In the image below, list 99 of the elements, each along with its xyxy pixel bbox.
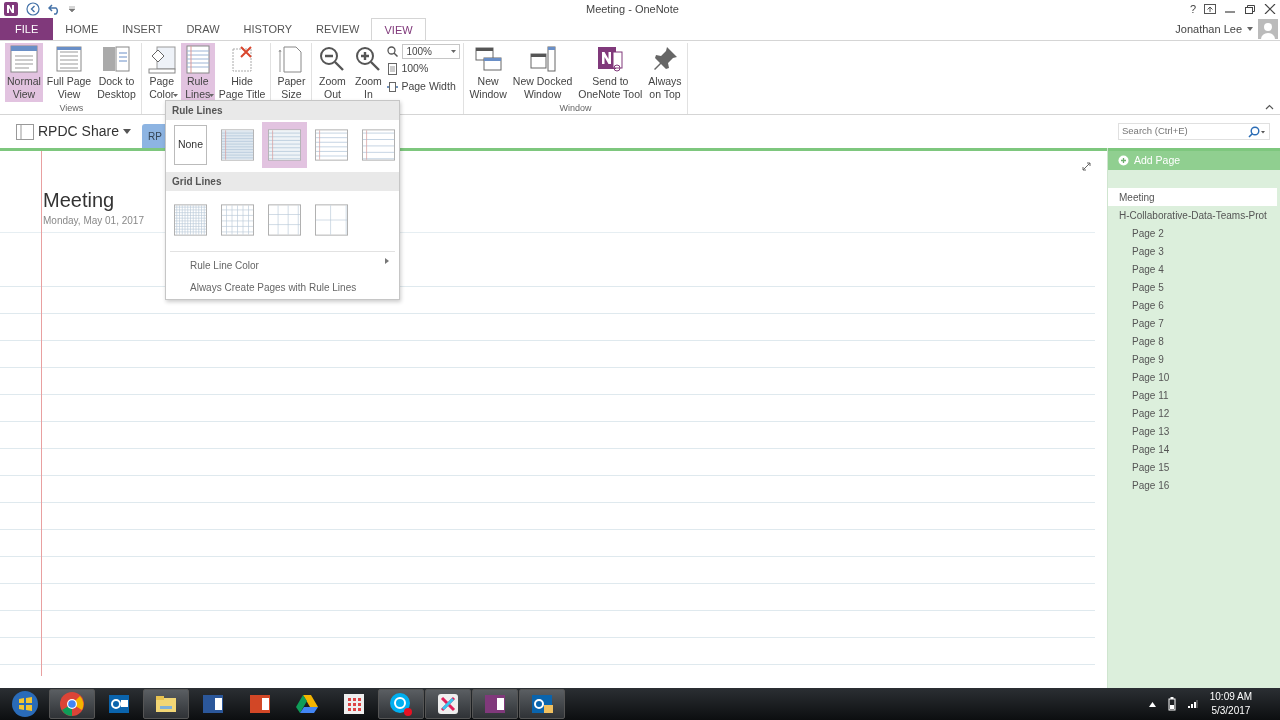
page-item[interactable]: Page 16 — [1108, 476, 1280, 494]
menu-item[interactable]: Always Create Pages with Rule Lines — [166, 277, 399, 299]
taskbar-app[interactable] — [143, 689, 189, 719]
taskbar-app[interactable] — [425, 689, 471, 719]
user-name[interactable]: Jonathan Lee — [1175, 20, 1242, 38]
send-onenote-icon — [595, 44, 626, 74]
menu-item[interactable]: Rule Line Color — [166, 255, 399, 277]
page-icon — [387, 62, 399, 75]
ruled-page-icon — [268, 128, 301, 162]
back-icon[interactable] — [26, 2, 40, 16]
onenote-logo-icon — [4, 2, 18, 16]
page-item[interactable]: Page 5 — [1108, 278, 1280, 296]
collapse-icon[interactable] — [1265, 104, 1274, 110]
page-item[interactable]: Page 7 — [1108, 314, 1280, 332]
page-item[interactable]: Page 6 — [1108, 296, 1280, 314]
zoom-select[interactable]: 100% — [402, 44, 461, 59]
page-item[interactable]: Page 9 — [1108, 350, 1280, 368]
page-item[interactable]: Page 13 — [1108, 422, 1280, 440]
signal-icon[interactable] — [1187, 700, 1198, 708]
ribbon-button[interactable]: Normal View — [5, 43, 43, 102]
notebook-icon — [16, 123, 34, 140]
ribbon-tab[interactable]: INSERT — [110, 18, 175, 40]
taskbar-app[interactable] — [519, 689, 565, 719]
ribbon-button[interactable]: Page Color — [144, 43, 179, 102]
grid-page-icon — [174, 203, 207, 237]
show-hidden-icon[interactable] — [1148, 701, 1156, 707]
page-item[interactable]: H-Collaborative-Data-Teams-Prot — [1108, 206, 1280, 224]
ribbon-tab[interactable]: DRAW — [174, 18, 232, 40]
page-item[interactable]: Page 10 — [1108, 368, 1280, 386]
group-label: Window — [559, 103, 592, 113]
page-title[interactable]: Meeting — [43, 185, 115, 215]
grid-page-icon — [221, 203, 254, 237]
ribbon-button[interactable]: Zoom In — [351, 43, 386, 102]
skype-icon — [387, 690, 415, 718]
ribbon-tab[interactable]: FILE — [0, 18, 54, 40]
close-icon[interactable] — [1264, 4, 1276, 14]
zoom-option-button[interactable]: 100% — [387, 61, 461, 77]
page-item[interactable]: Page 2 — [1108, 224, 1280, 242]
zoom-option-button[interactable]: Page Width — [387, 78, 461, 95]
ribbon-button[interactable]: Full Page View — [44, 43, 94, 102]
undo-icon[interactable] — [48, 3, 61, 15]
group-label: Views — [59, 103, 84, 113]
page-item[interactable]: Meeting — [1108, 188, 1277, 206]
ribbon-button[interactable]: New Window — [467, 43, 509, 102]
dock-icon — [101, 44, 132, 74]
help-button[interactable]: ? — [1189, 0, 1196, 18]
normal-view-icon — [8, 44, 39, 74]
ribbon-button[interactable]: Rule Lines — [180, 43, 215, 102]
grid-page-icon — [268, 203, 301, 237]
caret-icon — [451, 50, 457, 53]
ribbon-button[interactable]: Zoom Out — [315, 43, 350, 102]
grid-page-icon — [315, 203, 348, 237]
ribbon-button[interactable]: Dock to Desktop — [95, 43, 138, 102]
search-icon[interactable] — [1248, 125, 1266, 138]
ribbon-button[interactable]: Paper Size — [274, 43, 309, 102]
plus-icon — [1118, 155, 1129, 166]
page-item[interactable]: Page 15 — [1108, 458, 1280, 476]
taskbar-app[interactable] — [472, 689, 518, 719]
taskbar-app[interactable] — [49, 689, 95, 719]
new-window-icon — [473, 44, 504, 74]
ribbon-tab[interactable]: HISTORY — [231, 18, 305, 40]
full-page-icon — [54, 44, 84, 74]
ribbon-tab[interactable]: VIEW — [371, 18, 426, 40]
expand-icon[interactable] — [1082, 162, 1091, 171]
restore-icon[interactable] — [1244, 4, 1256, 14]
ribbon-button[interactable]: Hide Page Title — [216, 43, 268, 102]
zoom-icon — [387, 46, 399, 57]
search-box[interactable]: Search (Ctrl+E) — [1118, 123, 1270, 140]
window-title: Meeting - OneNote — [584, 1, 680, 17]
ribbon-button[interactable]: New Docked Window — [510, 43, 575, 102]
page-item[interactable]: Page 4 — [1108, 260, 1280, 278]
docked-window-icon — [527, 44, 558, 74]
ruled-page-icon — [315, 128, 348, 162]
page-width-icon — [387, 80, 399, 93]
ruled-page-icon — [221, 128, 254, 162]
taskbar-app[interactable] — [378, 689, 424, 719]
caret-icon[interactable] — [1247, 27, 1253, 31]
customize-icon[interactable] — [69, 6, 75, 12]
menu-section-header: Grid Lines — [166, 172, 399, 191]
ribbon-tab[interactable]: HOME — [53, 18, 111, 40]
notebook-selector[interactable]: RPDC Share — [10, 120, 137, 143]
page-item[interactable]: Page 11 — [1108, 386, 1280, 404]
page-item[interactable]: Page 3 — [1108, 242, 1280, 260]
chrome-icon — [58, 690, 86, 718]
battery-icon[interactable] — [1167, 697, 1176, 711]
ribbon-button[interactable]: Send to OneNote Tool — [576, 43, 645, 102]
clock[interactable]: 10:09 AM 5/3/2017 — [1209, 690, 1252, 718]
ruled-page-icon — [362, 128, 395, 162]
ribbon-tab[interactable]: REVIEW — [304, 18, 372, 40]
start-icon — [11, 690, 39, 718]
menu-section-header: Rule Lines — [166, 101, 399, 120]
page-item[interactable]: Page 8 — [1108, 332, 1280, 350]
caret-icon — [122, 129, 131, 134]
ribbon-display-icon[interactable] — [1204, 4, 1216, 14]
page-item[interactable]: Page 14 — [1108, 440, 1280, 458]
page-date: Monday, May 01, 2017 — [43, 214, 144, 228]
page-item[interactable]: Page 12 — [1108, 404, 1280, 422]
page-color-icon — [146, 44, 177, 74]
ribbon-button[interactable]: Always on Top — [646, 43, 684, 102]
